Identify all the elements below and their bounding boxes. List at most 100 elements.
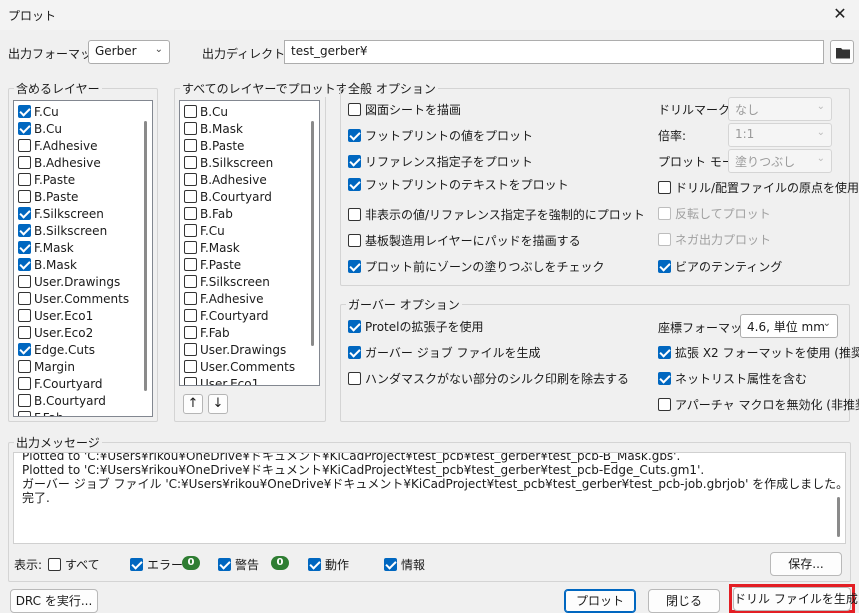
filter-info-checkbox[interactable] (384, 558, 397, 571)
option-item[interactable]: ドリル/配置ファイルの原点を使用 (658, 179, 859, 196)
scale-select[interactable]: 1:1 ⌄ (728, 123, 832, 147)
move-down-button[interactable]: ↓ (208, 394, 228, 414)
list-item[interactable]: F.Fab (184, 324, 230, 341)
option-item[interactable]: ネットリスト属性を含む (658, 370, 807, 387)
option-item-checkbox[interactable] (348, 178, 361, 191)
option-item[interactable]: ハンダマスクがない部分のシルク印刷を除去する (348, 370, 629, 387)
list-item[interactable]: B.Cu (18, 120, 62, 137)
option-item-checkbox[interactable] (348, 260, 361, 273)
list-item-checkbox[interactable] (184, 173, 197, 186)
option-item[interactable]: フットプリントのテキストをプロット (348, 176, 569, 193)
list-item-checkbox[interactable] (18, 275, 31, 288)
list-item[interactable]: B.Silkscreen (18, 222, 107, 239)
filter-errors[interactable]: エラー (130, 556, 183, 573)
list-item-checkbox[interactable] (184, 258, 197, 271)
output-format-select[interactable]: Gerber ⌄ (88, 40, 170, 64)
option-item[interactable]: ネガ出力プロット (658, 231, 771, 248)
list-item[interactable]: User.Eco1 (184, 375, 259, 385)
plot-button[interactable]: プロット (564, 589, 636, 613)
filter-all[interactable]: すべて (48, 556, 100, 573)
list-item[interactable]: F.Cu (18, 103, 59, 120)
option-item-checkbox[interactable] (658, 398, 671, 411)
option-item-checkbox[interactable] (658, 181, 671, 194)
list-item-checkbox[interactable] (18, 326, 31, 339)
filter-warnings-checkbox[interactable] (218, 558, 231, 571)
list-item-checkbox[interactable] (18, 360, 31, 373)
option-item-checkbox[interactable] (348, 372, 361, 385)
list-item-checkbox[interactable] (184, 275, 197, 288)
option-item[interactable]: 図面シートを描画 (348, 101, 461, 118)
plot-mode-select[interactable]: 塗りつぶし ⌄ (728, 149, 832, 173)
list-item-checkbox[interactable] (18, 139, 31, 152)
option-item[interactable]: 基板製造用レイヤーにパッドを描画する (348, 232, 581, 249)
list-item-checkbox[interactable] (184, 309, 197, 322)
list-item-checkbox[interactable] (18, 292, 31, 305)
move-up-button[interactable]: ↑ (183, 394, 203, 414)
list-item-checkbox[interactable] (18, 173, 31, 186)
option-item-checkbox[interactable] (658, 207, 671, 220)
option-item[interactable]: リファレンス指定子をプロット (348, 153, 533, 170)
list-item[interactable]: B.Courtyard (184, 188, 272, 205)
option-item[interactable]: ビアのテンティング (658, 258, 782, 275)
option-item-checkbox[interactable] (348, 320, 361, 333)
list-item[interactable]: B.Adhesive (18, 154, 101, 171)
drill-marks-select[interactable]: なし ⌄ (728, 97, 832, 121)
list-item[interactable]: Edge.Cuts (18, 341, 95, 358)
option-item-checkbox[interactable] (658, 372, 671, 385)
option-item-checkbox[interactable] (348, 155, 361, 168)
option-item[interactable]: アパーチャ マクロを無効化 (非推奨) (658, 396, 859, 413)
list-item[interactable]: B.Paste (18, 188, 78, 205)
option-item-checkbox[interactable] (658, 260, 671, 273)
output-dir-input[interactable]: test_gerber¥ (284, 40, 824, 64)
list-item-checkbox[interactable] (184, 377, 197, 385)
list-item-checkbox[interactable] (184, 224, 197, 237)
list-item-checkbox[interactable] (184, 207, 197, 220)
list-item[interactable]: User.Drawings (184, 341, 286, 358)
list-item[interactable]: F.Paste (18, 171, 75, 188)
close-icon[interactable]: ✕ (828, 3, 852, 25)
filter-errors-checkbox[interactable] (130, 558, 143, 571)
option-item[interactable]: 反転してプロット (658, 205, 771, 222)
list-item-checkbox[interactable] (18, 377, 31, 390)
list-item[interactable]: User.Eco1 (18, 307, 93, 324)
list-item-checkbox[interactable] (184, 139, 197, 152)
list-item-checkbox[interactable] (18, 122, 31, 135)
list-item[interactable]: Margin (18, 358, 75, 375)
list-item[interactable]: B.Silkscreen (184, 154, 273, 171)
option-item[interactable]: ガーバー ジョブ ファイルを生成 (348, 344, 541, 361)
option-item-checkbox[interactable] (348, 346, 361, 359)
list-item-checkbox[interactable] (18, 105, 31, 118)
option-item-checkbox[interactable] (348, 234, 361, 247)
coord-format-select[interactable]: 4.6, 単位 mm ⌄ (740, 314, 838, 338)
list-item-checkbox[interactable] (18, 190, 31, 203)
list-item[interactable]: F.Courtyard (18, 375, 103, 392)
list-item-checkbox[interactable] (18, 394, 31, 407)
list-item-checkbox[interactable] (18, 411, 31, 416)
option-item[interactable]: 拡張 X2 フォーマットを使用 (推奨) (658, 344, 859, 361)
list-item-checkbox[interactable] (18, 241, 31, 254)
list-item[interactable]: F.Silkscreen (18, 205, 104, 222)
option-item[interactable]: Protelの拡張子を使用 (348, 318, 483, 335)
option-item-checkbox[interactable] (348, 208, 361, 221)
generate-drill-files-button[interactable]: ドリル ファイルを生成... (733, 587, 859, 611)
list-item[interactable]: F.Mask (184, 239, 240, 256)
filter-all-checkbox[interactable] (48, 558, 61, 571)
option-item[interactable]: フットプリントの値をプロット (348, 127, 533, 144)
option-item[interactable]: 非表示の値/リファレンス指定子を強制的にプロット (348, 206, 645, 223)
list-item[interactable]: B.Paste (184, 137, 244, 154)
option-item-checkbox[interactable] (348, 103, 361, 116)
messages-log[interactable]: Plotted to 'C:¥Users¥rikou¥OneDrive¥ドキュメ… (13, 452, 846, 544)
list-item[interactable]: User.Comments (184, 358, 295, 375)
list-item[interactable]: B.Courtyard (18, 392, 106, 409)
list-item[interactable]: B.Adhesive (184, 171, 267, 188)
list-item-checkbox[interactable] (184, 241, 197, 254)
close-button[interactable]: 閉じる (648, 589, 720, 613)
option-item-checkbox[interactable] (658, 233, 671, 246)
list-item[interactable]: F.Adhesive (184, 290, 263, 307)
plot-all-layers-list[interactable]: B.Cu B.Mask B.Paste B.Silkscreen B.Adhesive B… (179, 100, 320, 386)
list-item[interactable]: B.Mask (18, 256, 77, 273)
list-item[interactable]: F.Paste (184, 256, 241, 273)
list-item[interactable]: F.Courtyard (184, 307, 269, 324)
filter-actions-checkbox[interactable] (308, 558, 321, 571)
list-item[interactable]: User.Drawings (18, 273, 120, 290)
